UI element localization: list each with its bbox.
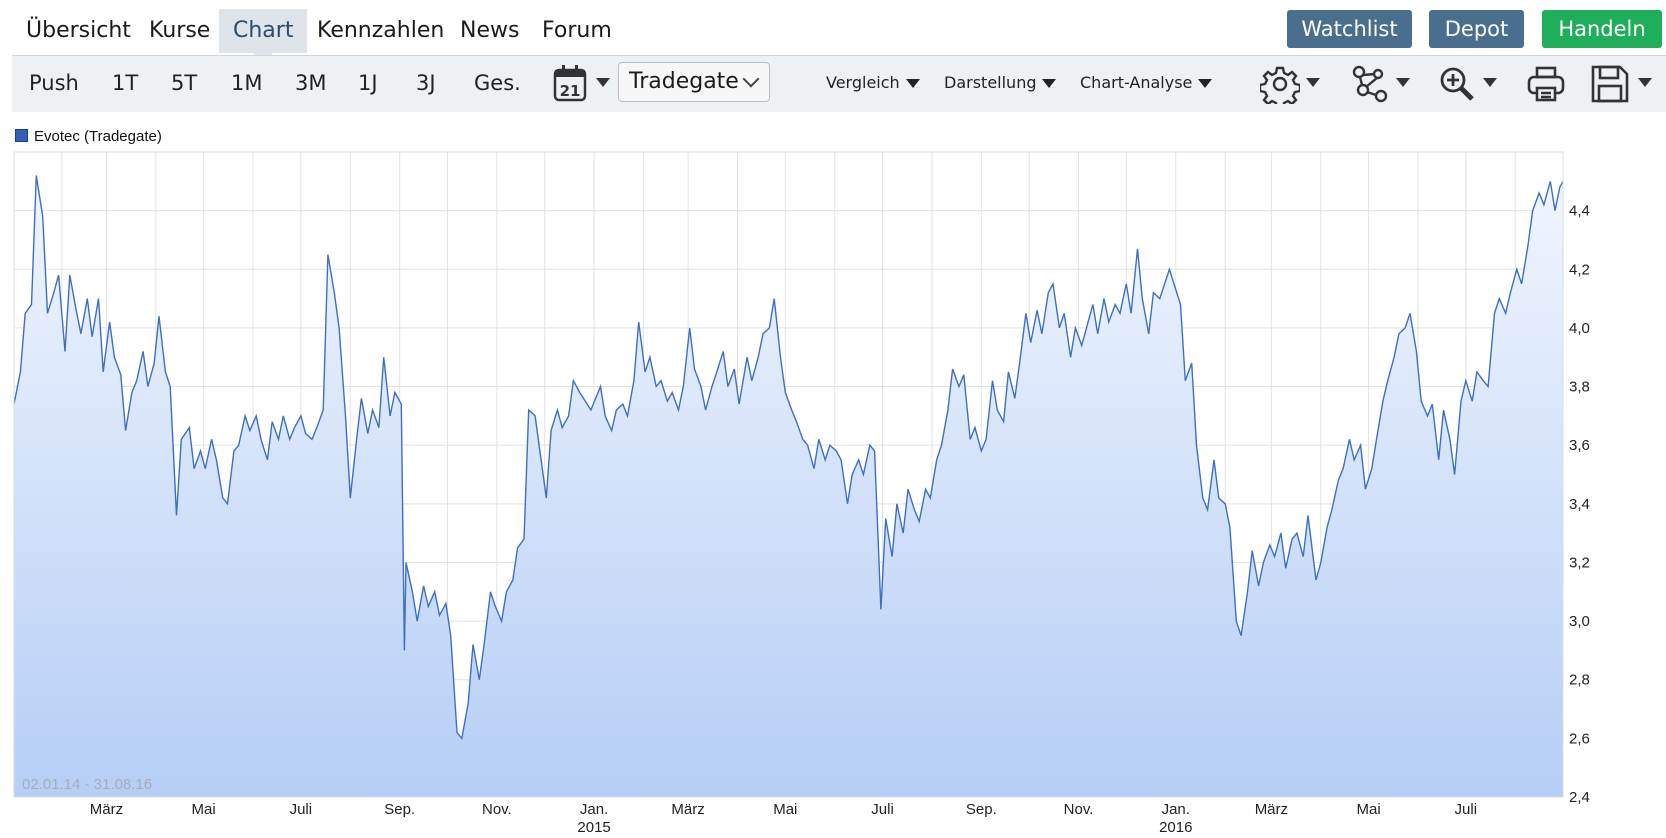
x-tick-label: März [671, 801, 704, 818]
x-tick-label: Sep. [966, 801, 997, 818]
chart-legend: Evotec (Tradegate) [15, 128, 162, 146]
x-tick-label: Juli [1455, 801, 1478, 818]
range-push[interactable]: Push [29, 55, 79, 111]
chart-analyse-label: Chart-Analyse [1080, 73, 1193, 92]
darstellung-label: Darstellung [944, 73, 1037, 92]
legend-swatch [15, 129, 28, 142]
x-tick-label: März [1255, 801, 1288, 818]
x-tick-label: März [90, 801, 123, 818]
tab-kurse[interactable]: Kurse [135, 9, 224, 53]
x-tick-label: Nov. [1064, 801, 1094, 818]
exchange-select[interactable]: Tradegate [618, 62, 770, 102]
zoom-in-icon [1440, 67, 1474, 101]
depot-button[interactable]: Depot [1429, 10, 1524, 48]
gear-icon [1260, 66, 1300, 104]
main-navigation: Übersicht Kurse Chart Kennzahlen News Fo… [0, 0, 1666, 63]
settings-button[interactable] [1260, 64, 1326, 104]
price-line [13, 175, 1564, 741]
range-1j[interactable]: 1J [358, 55, 378, 111]
y-tick-label: 4,0 [1569, 320, 1590, 337]
x-tick-label: Jan. [1162, 801, 1190, 818]
chevron-down-icon [596, 78, 610, 87]
y-tick-label: 2,8 [1569, 672, 1590, 689]
range-ges[interactable]: Ges. [474, 55, 521, 111]
x-tick-label: Jan. [580, 801, 608, 818]
caret-down-icon [1042, 79, 1057, 88]
exchange-select-value: Tradegate [629, 69, 739, 94]
x-tick-label: Mai [773, 801, 797, 818]
save-icon [1591, 65, 1629, 103]
vergleich-menu[interactable]: Vergleich [826, 55, 920, 111]
y-tick-label: 3,6 [1569, 437, 1590, 454]
y-tick-label: 4,4 [1569, 203, 1590, 220]
y-tick-label: 3,8 [1569, 379, 1590, 396]
caret-down-icon [1198, 79, 1213, 88]
calendar-day: 21 [560, 82, 581, 100]
tab-chart[interactable]: Chart [219, 9, 308, 63]
range-3m[interactable]: 3M [295, 55, 326, 111]
calendar-icon: 21 [553, 65, 587, 102]
x-tick-label: Juli [871, 801, 894, 818]
chevron-down-icon [1638, 78, 1652, 87]
caret-down-icon [905, 79, 920, 88]
calendar-button[interactable]: 21 [553, 64, 613, 104]
chevron-down-icon [1306, 78, 1320, 87]
handeln-button[interactable]: Handeln [1542, 10, 1662, 48]
chevron-down-icon [742, 70, 760, 88]
tab-forum[interactable]: Forum [528, 9, 626, 53]
save-button[interactable] [1590, 64, 1662, 104]
y-tick-label: 4,2 [1569, 261, 1590, 278]
date-range-label: 02.01.14 - 31.08.16 [22, 776, 152, 793]
chevron-down-icon [1483, 78, 1497, 87]
zoom-button[interactable] [1437, 64, 1503, 104]
x-tick-label: Sep. [384, 801, 415, 818]
x-tick-label: Nov. [482, 801, 512, 818]
watchlist-button[interactable]: Watchlist [1287, 10, 1412, 48]
tab-news[interactable]: News [446, 9, 533, 53]
y-tick-label: 2,6 [1569, 730, 1590, 747]
darstellung-menu[interactable]: Darstellung [944, 55, 1057, 111]
x-tick-label: Juli [290, 801, 313, 818]
print-icon [1527, 66, 1565, 102]
tab-uebersicht[interactable]: Übersicht [12, 9, 145, 53]
print-button[interactable] [1526, 64, 1566, 104]
indicators-button[interactable] [1350, 64, 1416, 104]
x-tick-label: Mai [1356, 801, 1380, 818]
x-tick-year-label: 2016 [1159, 819, 1192, 836]
y-tick-label: 3,2 [1569, 554, 1590, 571]
price-area [14, 175, 1563, 797]
price-chart: 2,4 2,6 2,8 3,0 3,2 3,4 3,6 3,8 4,0 4,2 4,4 März Ma… [13, 151, 1590, 836]
tab-kennzahlen[interactable]: Kennzahlen [303, 9, 458, 53]
network-icon [1352, 65, 1388, 103]
vergleich-label: Vergleich [826, 73, 900, 92]
x-tick-label: Mai [192, 801, 216, 818]
range-5t[interactable]: 5T [171, 55, 197, 111]
chart-analyse-menu[interactable]: Chart-Analyse [1080, 55, 1213, 111]
range-1m[interactable]: 1M [231, 55, 262, 111]
y-tick-label: 2,4 [1569, 789, 1590, 806]
range-3j[interactable]: 3J [416, 55, 436, 111]
x-tick-year-label: 2015 [577, 819, 610, 836]
y-tick-label: 3,4 [1569, 496, 1590, 513]
y-tick-label: 3,0 [1569, 613, 1590, 630]
range-1t[interactable]: 1T [112, 55, 138, 111]
chevron-down-icon [1396, 78, 1410, 87]
legend-label: Evotec (Tradegate) [34, 128, 162, 145]
plot-frame [13, 151, 1564, 798]
